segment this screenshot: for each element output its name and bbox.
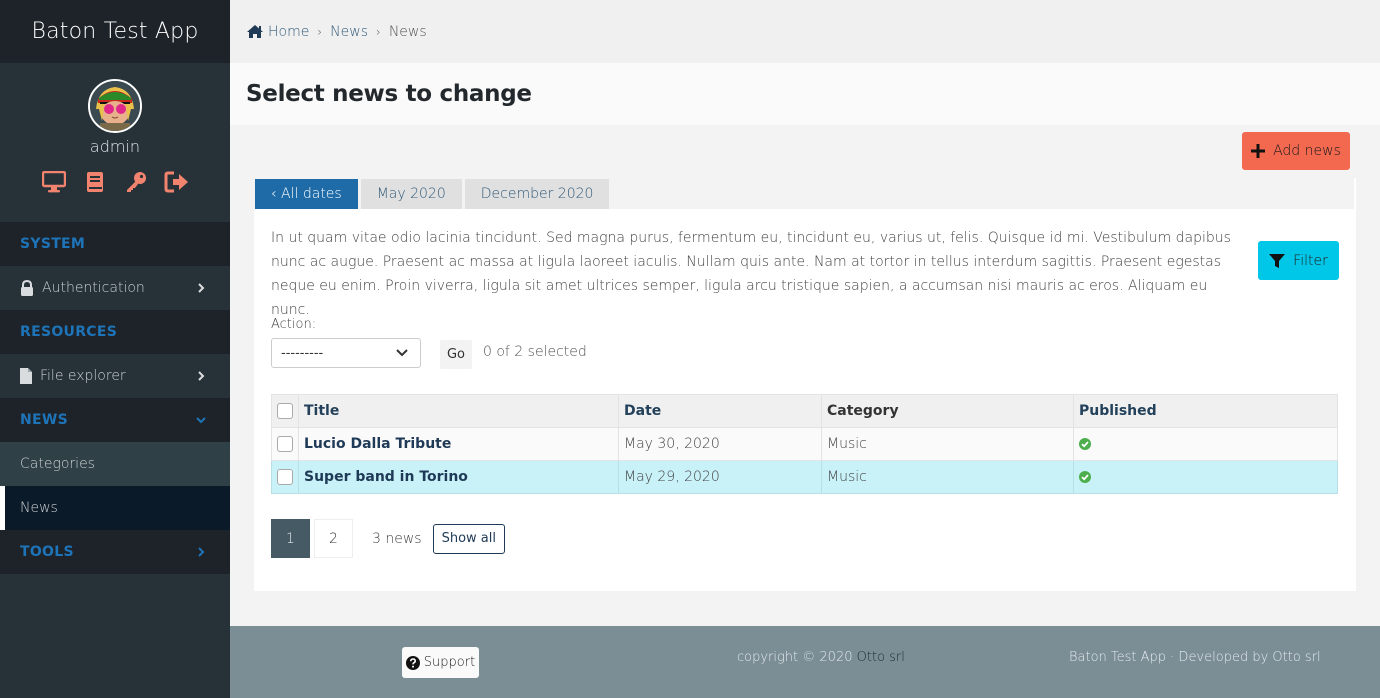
filter-label: Filter [1293, 252, 1328, 269]
column-header-title[interactable]: Title [298, 394, 619, 428]
add-news-button[interactable]: Add news [1242, 132, 1350, 170]
copyright-link[interactable]: Otto srl [857, 650, 905, 665]
sidebar-item-authentication[interactable]: Authentication [0, 266, 230, 310]
page-1: 1 [271, 519, 310, 558]
date-hierarchy: ‹ All dates May 2020 December 2020 [254, 178, 1356, 209]
sidebar-item-label: Categories [20, 456, 95, 472]
copyright-text: copyright © 2020 [737, 650, 853, 665]
category-cell: Music [821, 460, 1074, 494]
brand-title[interactable]: Baton Test App [0, 0, 230, 63]
table-header-row: Title Date Category Published [271, 394, 1338, 428]
chevron-right-icon [198, 371, 205, 381]
check-circle-icon [1079, 438, 1091, 450]
nav-section-news[interactable]: NEWS [0, 398, 230, 442]
sign-out-icon[interactable] [164, 170, 190, 194]
nav-section-resources: RESOURCES [0, 310, 230, 354]
desktop-icon[interactable] [41, 170, 67, 194]
nav-section-system: SYSTEM [0, 222, 230, 266]
results-table: Title Date Category Published Lucio Dall… [271, 394, 1338, 494]
action-label: Action: [271, 317, 317, 332]
add-news-label: Add news [1273, 143, 1341, 159]
sidebar-item-label: File explorer [40, 368, 126, 384]
nav-section-tools[interactable]: TOOLS [0, 530, 230, 574]
question-circle-icon [405, 655, 420, 670]
support-button[interactable]: Support [402, 647, 479, 678]
support-label: Support [423, 655, 476, 670]
sidebar-item-label: Authentication [42, 280, 145, 296]
pagination: 1 2 3 news Show all [271, 519, 505, 558]
action-select[interactable]: --------- [271, 338, 421, 368]
breadcrumb-current: News [388, 23, 427, 40]
date-tab-december-2020[interactable]: December 2020 [464, 179, 610, 209]
lock-icon [21, 280, 33, 296]
breadcrumb-separator: › [317, 24, 323, 39]
plus-icon [1251, 144, 1266, 158]
title-cell: Lucio Dalla Tribute [298, 427, 619, 461]
sidebar-item-news[interactable]: News [0, 486, 230, 530]
breadcrumb-separator: › [376, 24, 381, 39]
selection-counter: 0 of 2 selected [483, 344, 587, 360]
row-select-cell [271, 460, 299, 494]
book-icon[interactable] [82, 170, 108, 194]
row-title-link[interactable]: Super band in Torino [304, 469, 468, 485]
row-select-cell [271, 427, 299, 461]
category-cell: Music [821, 427, 1074, 461]
nav-section-label: TOOLS [20, 544, 74, 560]
footer: Support copyright © 2020 Otto srl Baton … [230, 626, 1380, 698]
title-cell: Super band in Torino [298, 460, 619, 494]
sidebar-item-label: News [20, 500, 58, 516]
date-cell: May 29, 2020 [618, 460, 822, 494]
avatar [88, 79, 142, 133]
row-checkbox[interactable] [277, 436, 293, 452]
sidebar-item-categories[interactable]: Categories [0, 442, 230, 486]
breadcrumb-news-app[interactable]: News [330, 24, 368, 40]
show-all-button[interactable]: Show all [432, 523, 505, 554]
username: admin [89, 137, 141, 156]
filter-icon [1269, 253, 1286, 268]
home-icon [247, 25, 263, 38]
row-title-link[interactable]: Lucio Dalla Tribute [304, 436, 451, 452]
row-checkbox[interactable] [277, 469, 293, 485]
breadcrumb: Home › News › News [230, 0, 1380, 63]
chevron-down-icon [196, 417, 206, 424]
check-circle-icon [1079, 471, 1091, 483]
copyright: copyright © 2020 Otto srl [737, 650, 905, 665]
column-header-category: Category [821, 394, 1074, 428]
title-bar: Select news to change [230, 63, 1380, 125]
select-all-cell [271, 394, 299, 428]
page-2[interactable]: 2 [314, 519, 353, 558]
nav-section-label: RESOURCES [20, 324, 118, 340]
changelist-description: In ut quam vitae odio lacinia tincidunt.… [271, 230, 1231, 318]
file-icon [20, 368, 32, 384]
select-all-checkbox[interactable] [277, 403, 293, 419]
page-title: Select news to change [246, 81, 532, 107]
nav-section-label: NEWS [20, 412, 69, 428]
nav-section-label: SYSTEM [20, 236, 86, 252]
table-row: Lucio Dalla Tribute May 30, 2020 Music [271, 427, 1338, 461]
date-tab-may-2020[interactable]: May 2020 [360, 179, 462, 209]
chevron-down-icon [396, 349, 408, 357]
sidebar: Baton Test App admin SYSTEM Authenticati… [0, 0, 230, 698]
sidebar-item-file-explorer[interactable]: File explorer [0, 354, 230, 398]
user-box: admin [0, 63, 230, 222]
changelist-card: ‹ All dates May 2020 December 2020 In ut… [254, 178, 1356, 591]
published-cell [1073, 460, 1338, 494]
credits: Baton Test App · Developed by Otto srl [1069, 650, 1321, 665]
date-cell: May 30, 2020 [618, 427, 822, 461]
result-count: 3 news [372, 530, 422, 547]
chevron-right-icon [198, 547, 205, 557]
column-header-published[interactable]: Published [1073, 394, 1338, 428]
column-header-date[interactable]: Date [618, 394, 822, 428]
chevron-right-icon [198, 283, 205, 293]
key-icon[interactable] [123, 170, 149, 194]
table-row: Super band in Torino May 29, 2020 Music [271, 460, 1338, 494]
filter-button[interactable]: Filter [1258, 241, 1339, 280]
published-cell [1073, 427, 1338, 461]
date-tab-all[interactable]: ‹ All dates [255, 179, 358, 209]
go-button[interactable]: Go [440, 340, 472, 369]
action-selected-value: --------- [281, 345, 324, 361]
breadcrumb-home[interactable]: Home [268, 24, 309, 40]
user-tools [0, 170, 230, 194]
main-content: Home › News › News Select news to change… [230, 0, 1380, 626]
